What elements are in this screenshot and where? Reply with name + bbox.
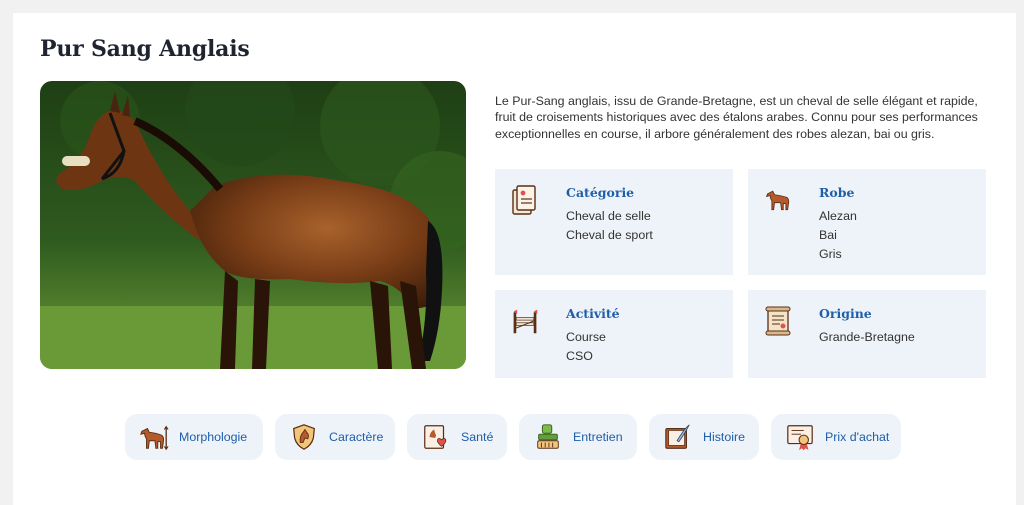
info-value: Gris <box>819 247 842 261</box>
info-card-values: Grande-Bretagne <box>819 328 915 347</box>
document-stack-icon <box>512 185 536 215</box>
info-value: Alezan <box>819 209 857 223</box>
horse-measure-icon <box>140 425 169 451</box>
info-card-label: Catégorie <box>566 185 635 200</box>
nav-chip-label: Caractère <box>329 430 384 444</box>
info-card-categorie: Catégorie Cheval de selle Cheval de spor… <box>495 169 733 275</box>
page-title: Pur Sang Anglais <box>40 36 250 62</box>
nav-chip-morphologie[interactable]: Morphologie <box>125 414 263 460</box>
nav-chip-caractere[interactable]: Caractère <box>275 414 395 460</box>
horse-shield-icon <box>293 424 315 450</box>
nav-chip-label: Santé <box>461 430 494 444</box>
breed-description: Le Pur-Sang anglais, issu de Grande-Bret… <box>495 94 978 141</box>
book-quill-icon <box>665 424 690 449</box>
info-card-label: Robe <box>819 185 855 200</box>
info-value: Cheval de sport <box>566 228 653 242</box>
info-value: Grande-Bretagne <box>819 330 915 344</box>
info-card-label: Origine <box>819 306 872 321</box>
health-record-icon <box>424 425 447 449</box>
horse-icon <box>765 190 790 211</box>
info-card-label: Activité <box>566 306 620 321</box>
horse-photo <box>40 81 466 369</box>
info-card-activite: Activité Course CSO <box>495 290 733 378</box>
nav-chip-histoire[interactable]: Histoire <box>649 414 759 460</box>
nav-chip-label: Prix d'achat <box>825 430 890 444</box>
certificate-icon <box>787 425 813 451</box>
info-card-values: Course CSO <box>566 328 606 366</box>
nav-chip-prix-achat[interactable]: Prix d'achat <box>771 414 901 460</box>
nav-chip-label: Morphologie <box>179 430 248 444</box>
info-value: CSO <box>566 349 593 363</box>
scroll-icon <box>765 306 791 336</box>
nav-chip-label: Entretien <box>573 430 623 444</box>
nav-chip-sante[interactable]: Santé <box>407 414 507 460</box>
nav-chip-label: Histoire <box>703 430 745 444</box>
info-value: Bai <box>819 228 837 242</box>
info-card-origine: Origine Grande-Bretagne <box>748 290 986 378</box>
info-value: Course <box>566 330 606 344</box>
info-card-values: Alezan Bai Gris <box>819 207 857 264</box>
info-card-robe: Robe Alezan Bai Gris <box>748 169 986 275</box>
info-card-values: Cheval de selle Cheval de sport <box>566 207 653 245</box>
nav-chip-entretien[interactable]: Entretien <box>519 414 637 460</box>
grooming-icon <box>537 424 559 449</box>
info-value: Cheval de selle <box>566 209 651 223</box>
show-jumping-fence-icon <box>513 309 538 334</box>
